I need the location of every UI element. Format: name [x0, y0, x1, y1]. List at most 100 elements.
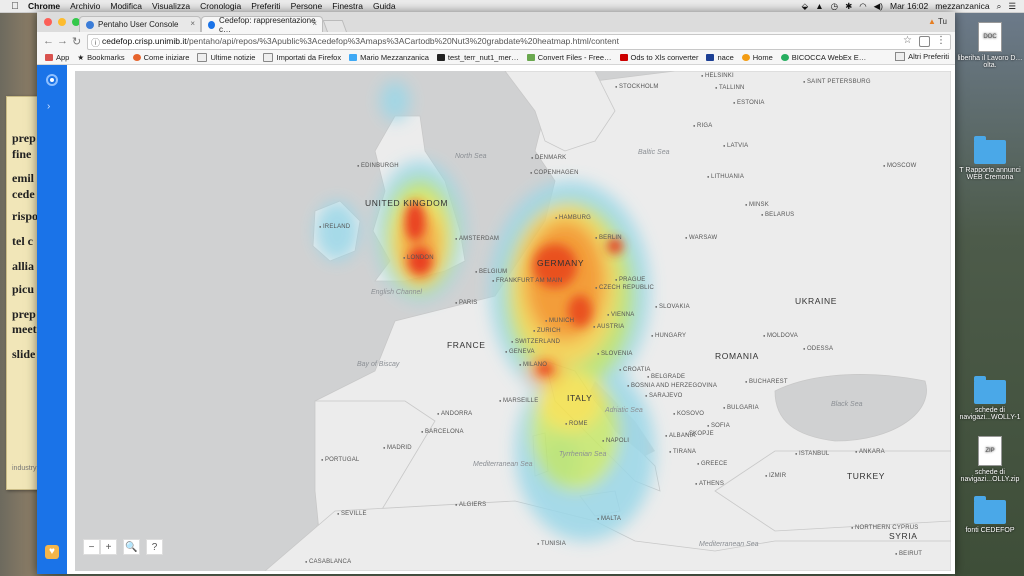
desktop-icon-zip[interactable]: ZIP schede di navigazi...OLLY.zip	[956, 436, 1024, 483]
bookmark-star-icon[interactable]: ☆	[903, 35, 912, 46]
map-city-minsk: MINSK	[745, 202, 769, 208]
map-label-andorra: ANDORRA	[437, 411, 472, 417]
bluetooth-icon[interactable]: ✱	[845, 1, 852, 12]
map-label-france: FRANCE	[447, 340, 486, 350]
apple-icon[interactable]: 	[8, 1, 22, 12]
menu-persone[interactable]: Persone	[291, 1, 323, 11]
menu-guida[interactable]: Guida	[373, 1, 396, 11]
url-path: /pentaho/api/repos/%3Apublic%3Acedefop%3…	[186, 36, 619, 46]
note-line: prep	[12, 307, 36, 321]
map-city-prague: PRAGUE	[615, 277, 645, 283]
volume-icon[interactable]: ◀)	[874, 1, 883, 12]
bookmark-label: Convert Files - Free…	[537, 52, 612, 62]
menu-dots-icon[interactable]: ⋮	[936, 35, 946, 46]
bookmark-item[interactable]: BICOCCA WebEx E…	[780, 52, 867, 62]
site-favicon-icon	[741, 53, 750, 61]
browser-window: Pentaho User Console × Cedefop: rapprese…	[37, 12, 955, 574]
dropbox-icon[interactable]: ⬙	[802, 1, 809, 12]
desktop-icon-folder-rapporto[interactable]: T Rapporto annunci WEB Cremona	[956, 136, 1024, 181]
folder-icon	[197, 52, 208, 62]
map-city-milano: MILANO	[519, 362, 547, 368]
map-city-marseille: MARSEILLE	[499, 398, 538, 404]
map-label-switzerland: SWITZERLAND	[511, 339, 560, 345]
note-line: rispo	[12, 209, 39, 223]
map-city-st-petersburg: SAINT PETERSBURG	[803, 79, 871, 85]
bookmark-item[interactable]: Ods to Xls converter	[619, 53, 698, 62]
desktop-icon-folder-fonti[interactable]: fonti CEDEFOP	[956, 496, 1024, 534]
bookmark-item[interactable]: ★ Bookmarks	[77, 53, 124, 62]
map-city-frankfurt: FRANKFURT AM MAIN	[492, 278, 562, 284]
menu-modifica[interactable]: Modifica	[110, 1, 142, 11]
bookmark-item[interactable]: Home	[741, 53, 773, 62]
time-machine-icon[interactable]: ◷	[831, 1, 838, 12]
chevron-right-icon[interactable]: ›	[47, 101, 50, 112]
heatmap-map[interactable]: UNITED KINGDOM IRELAND GERMANY FRANCE IT…	[75, 71, 951, 571]
desktop-icon-folder-schede[interactable]: schede di navigazi...WOLLY-1	[956, 376, 1024, 421]
bookmark-item[interactable]: Mario Mezzanzanica	[349, 53, 429, 62]
zoom-out-button[interactable]: −	[83, 539, 100, 555]
menu-preferiti[interactable]: Preferiti	[251, 1, 280, 11]
desktop-icon-label: fonti CEDEFOP	[965, 527, 1015, 534]
folder-icon	[974, 496, 1006, 524]
menubar-user[interactable]: mezzanzanica	[935, 1, 989, 11]
reload-icon[interactable]: ↻	[72, 35, 81, 48]
menu-app-name[interactable]: Chrome	[28, 1, 60, 11]
map-city-tirana: TIRANA	[669, 449, 696, 455]
window-minimize-button[interactable]	[58, 18, 66, 26]
window-close-button[interactable]	[44, 18, 52, 26]
map-city-belgrade: BELGRADE	[647, 374, 685, 380]
map-label-tunisia: TUNISIA	[537, 541, 566, 547]
address-bar[interactable]: ⓘ cedefop.crisp.unimib.it/pentaho/api/re…	[87, 34, 951, 50]
bookmark-label: Altri Preferiti	[908, 52, 949, 61]
tab-title: Pentaho User Console	[98, 20, 179, 29]
favorites-icon[interactable]: ♥	[45, 545, 59, 559]
map-sea-baltic: Baltic Sea	[638, 149, 670, 156]
map-city-vienna: VIENNA	[607, 312, 634, 318]
star-icon: ★	[77, 52, 85, 62]
back-arrow-icon[interactable]: ←	[43, 35, 54, 47]
bookmark-item[interactable]: Convert Files - Free…	[526, 52, 612, 62]
url-text[interactable]: cedefop.crisp.unimib.it/pentaho/api/repo…	[102, 36, 619, 46]
map-city-munich: MUNICH	[545, 318, 574, 324]
menubar-clock[interactable]: Mar 16:02	[890, 1, 928, 11]
site-favicon-icon	[619, 53, 628, 61]
tab-cedefop[interactable]: Cedefop: rappresentazione c… ×	[201, 16, 323, 34]
desktop-icon-label: schede di navigazi...OLLY.zip	[960, 469, 1020, 483]
map-city-izmir: IZMIR	[765, 473, 786, 479]
wifi-icon[interactable]: ◠	[859, 1, 866, 12]
info-icon[interactable]: ⓘ	[91, 36, 100, 49]
profile-button[interactable]: ▲ Tu	[928, 17, 947, 26]
note-line: tel c	[12, 234, 33, 248]
note-line: picu	[12, 282, 35, 296]
drive-icon[interactable]: ▲	[815, 1, 823, 11]
notification-center-icon[interactable]: ☰	[1008, 1, 1016, 12]
forward-arrow-icon[interactable]: →	[57, 35, 68, 47]
desktop-icon-label: T Rapporto annunci WEB Cremona	[959, 167, 1021, 181]
menu-cronologia[interactable]: Cronologia	[200, 1, 241, 11]
bookmark-item[interactable]: Ultime notizie	[197, 52, 255, 62]
menu-visualizza[interactable]: Visualizza	[152, 1, 190, 11]
zoom-in-button[interactable]: +	[100, 539, 117, 555]
bookmark-item[interactable]: Importati da Firefox	[263, 52, 341, 62]
bookmark-label: BICOCCA WebEx E…	[791, 52, 867, 62]
help-button[interactable]: ?	[146, 539, 163, 555]
map-sea-black: Black Sea	[831, 401, 863, 408]
extension-icon[interactable]	[919, 36, 930, 47]
bookmark-item[interactable]: test_terr_nut1_mer…	[436, 53, 519, 62]
bookmark-other[interactable]: Altri Preferiti	[895, 52, 949, 61]
menu-archivio[interactable]: Archivio	[70, 1, 100, 11]
menu-finestra[interactable]: Finestra	[332, 1, 363, 11]
bookmark-label: nace	[717, 52, 734, 62]
tab-close-icon[interactable]: ×	[190, 19, 195, 28]
home-icon[interactable]	[46, 74, 58, 86]
page-content: › ♥ UNITED KINGDOM ● IRELAND GERMANY FRA…	[37, 65, 955, 574]
tab-pentaho-console[interactable]: Pentaho User Console ×	[79, 16, 201, 32]
desktop-icon-doc[interactable]: DOC liberiha il Lavoro D…olta.	[956, 22, 1024, 69]
bookmark-label: App	[56, 52, 70, 62]
bookmark-item[interactable]: Come iniziare	[132, 53, 189, 62]
spotlight-icon[interactable]: ⌕	[997, 1, 1002, 12]
tab-close-icon[interactable]: ×	[312, 19, 317, 28]
bookmark-item[interactable]: nace	[706, 52, 734, 62]
search-icon[interactable]: 🔍	[123, 539, 140, 555]
bookmark-apps[interactable]: App	[45, 53, 69, 62]
